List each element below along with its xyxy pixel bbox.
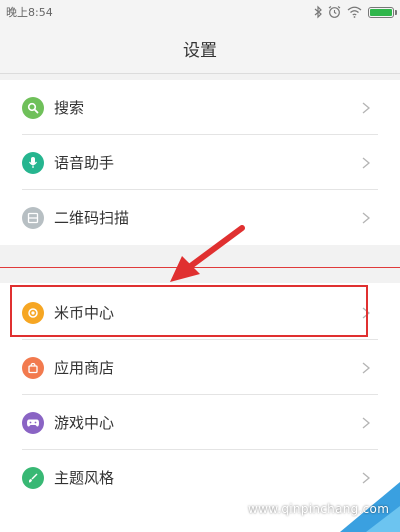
microphone-icon [22, 151, 44, 174]
status-time: 晚上8:54 [6, 6, 53, 19]
bluetooth-icon [314, 5, 322, 19]
alarm-icon [328, 6, 341, 18]
chevron-right-icon [362, 417, 370, 428]
annotation-arrow [170, 225, 245, 282]
settings-item-label: 游戏中心 [54, 414, 115, 432]
wifi-icon [347, 6, 362, 18]
chevron-right-icon [362, 362, 370, 373]
settings-item-label: 二维码扫描 [54, 209, 130, 227]
title-bar: 设置 [0, 24, 400, 74]
search-icon [22, 96, 44, 119]
chevron-right-icon [362, 157, 370, 168]
gamepad-icon [22, 411, 44, 434]
settings-item-game-center[interactable]: 游戏中心 [0, 395, 400, 450]
chevron-right-icon [362, 212, 370, 223]
battery-icon [368, 6, 397, 18]
brush-icon [22, 466, 44, 489]
status-bar: 晚上8:54 [0, 0, 400, 24]
settings-item-voice-assistant[interactable]: 语音助手 [0, 135, 400, 190]
watermark-text: www.qinpinchang.com [248, 502, 390, 516]
store-bag-icon [22, 356, 44, 379]
qr-scan-icon [22, 206, 44, 229]
settings-item-search[interactable]: 搜索 [0, 80, 400, 135]
settings-item-label: 语音助手 [54, 154, 115, 172]
page-title: 设置 [183, 41, 217, 61]
settings-item-app-store[interactable]: 应用商店 [0, 340, 400, 395]
settings-item-label: 搜索 [54, 99, 85, 117]
settings-group-tools: 搜索 语音助手 二维码扫描 [0, 80, 400, 245]
annotation-highlight-box [10, 285, 368, 337]
settings-item-label: 主题风格 [54, 469, 115, 487]
status-icons [314, 5, 397, 19]
chevron-right-icon [362, 102, 370, 113]
settings-item-label: 应用商店 [54, 359, 115, 377]
